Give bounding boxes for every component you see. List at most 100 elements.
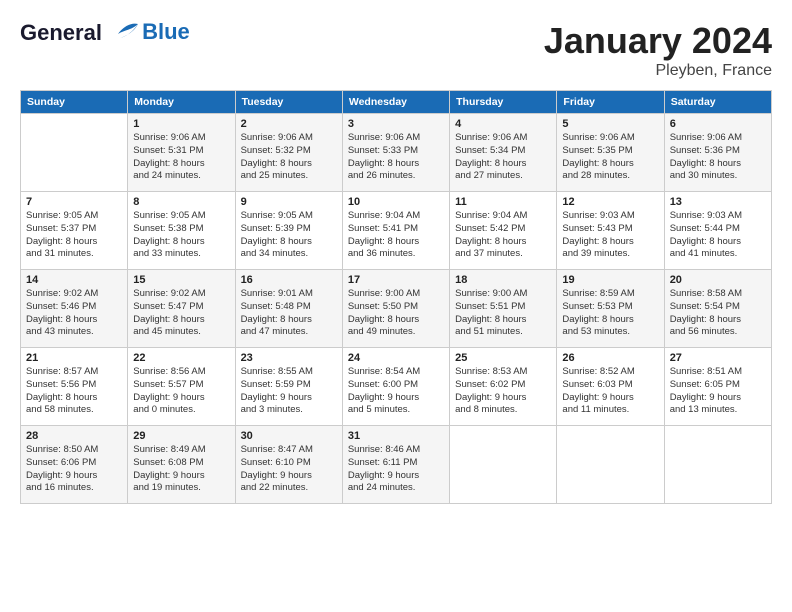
day-info: Sunrise: 8:58 AM Sunset: 5:54 PM Dayligh…	[670, 288, 766, 339]
header-wednesday: Wednesday	[342, 91, 449, 114]
header-saturday: Saturday	[664, 91, 771, 114]
day-info: Sunrise: 8:49 AM Sunset: 6:08 PM Dayligh…	[133, 444, 229, 495]
week-row-5: 28 Sunrise: 8:50 AM Sunset: 6:06 PM Dayli…	[21, 426, 772, 504]
day-number: 15	[133, 274, 229, 286]
day-number: 11	[455, 196, 551, 208]
logo-blue: Blue	[142, 20, 190, 44]
day-info: Sunrise: 9:06 AM Sunset: 5:36 PM Dayligh…	[670, 132, 766, 183]
day-info: Sunrise: 8:50 AM Sunset: 6:06 PM Dayligh…	[26, 444, 122, 495]
day-info: Sunrise: 9:06 AM Sunset: 5:32 PM Dayligh…	[241, 132, 337, 183]
day-number: 28	[26, 430, 122, 442]
title-block: January 2024 Pleyben, France	[544, 20, 772, 80]
day-number: 19	[562, 274, 658, 286]
header-sunday: Sunday	[21, 91, 128, 114]
calendar-cell-w1-d4: 4 Sunrise: 9:06 AM Sunset: 5:34 PM Daylig…	[450, 114, 557, 192]
calendar-cell-w4-d1: 22Sunrise: 8:56 AM Sunset: 5:57 PM Dayli…	[128, 348, 235, 426]
day-info: Sunrise: 8:47 AM Sunset: 6:10 PM Dayligh…	[241, 444, 337, 495]
header: General Blue January 2024 Pleyben, Franc…	[20, 20, 772, 80]
day-info: Sunrise: 9:06 AM Sunset: 5:35 PM Dayligh…	[562, 132, 658, 183]
calendar-cell-w3-d0: 14 Sunrise: 9:02 AM Sunset: 5:46 PM Dayli…	[21, 270, 128, 348]
calendar-cell-w2-d1: 8 Sunrise: 9:05 AM Sunset: 5:38 PM Daylig…	[128, 192, 235, 270]
calendar-cell-w1-d0	[21, 114, 128, 192]
calendar-cell-w5-d1: 29Sunrise: 8:49 AM Sunset: 6:08 PM Dayli…	[128, 426, 235, 504]
day-info: Sunrise: 9:00 AM Sunset: 5:51 PM Dayligh…	[455, 288, 551, 339]
day-info: Sunrise: 9:06 AM Sunset: 5:31 PM Dayligh…	[133, 132, 229, 183]
day-number: 24	[348, 352, 444, 364]
day-number: 21	[26, 352, 122, 364]
day-number: 6	[670, 118, 766, 130]
page-container: General Blue January 2024 Pleyben, Franc…	[0, 0, 792, 514]
day-number: 2	[241, 118, 337, 130]
calendar-cell-w1-d5: 5Sunrise: 9:06 AM Sunset: 5:35 PM Daylig…	[557, 114, 664, 192]
calendar-cell-w3-d3: 17Sunrise: 9:00 AM Sunset: 5:50 PM Dayli…	[342, 270, 449, 348]
calendar-body: 1 Sunrise: 9:06 AM Sunset: 5:31 PM Daylig…	[21, 114, 772, 504]
header-friday: Friday	[557, 91, 664, 114]
calendar-cell-w4-d5: 26 Sunrise: 8:52 AM Sunset: 6:03 PM Dayli…	[557, 348, 664, 426]
day-info: Sunrise: 8:54 AM Sunset: 6:00 PM Dayligh…	[348, 366, 444, 417]
day-info: Sunrise: 9:06 AM Sunset: 5:34 PM Dayligh…	[455, 132, 551, 183]
day-info: Sunrise: 9:01 AM Sunset: 5:48 PM Dayligh…	[241, 288, 337, 339]
location-subtitle: Pleyben, France	[544, 62, 772, 80]
day-number: 7	[26, 196, 122, 208]
calendar-cell-w1-d3: 3Sunrise: 9:06 AM Sunset: 5:33 PM Daylig…	[342, 114, 449, 192]
day-info: Sunrise: 9:06 AM Sunset: 5:33 PM Dayligh…	[348, 132, 444, 183]
day-number: 22	[133, 352, 229, 364]
day-number: 20	[670, 274, 766, 286]
week-row-4: 21Sunrise: 8:57 AM Sunset: 5:56 PM Dayli…	[21, 348, 772, 426]
day-info: Sunrise: 8:55 AM Sunset: 5:59 PM Dayligh…	[241, 366, 337, 417]
calendar-cell-w2-d0: 7 Sunrise: 9:05 AM Sunset: 5:37 PM Daylig…	[21, 192, 128, 270]
header-monday: Monday	[128, 91, 235, 114]
calendar-cell-w4-d0: 21Sunrise: 8:57 AM Sunset: 5:56 PM Dayli…	[21, 348, 128, 426]
day-number: 12	[562, 196, 658, 208]
day-info: Sunrise: 9:04 AM Sunset: 5:41 PM Dayligh…	[348, 210, 444, 261]
day-number: 27	[670, 352, 766, 364]
calendar-cell-w2-d5: 12 Sunrise: 9:03 AM Sunset: 5:43 PM Dayli…	[557, 192, 664, 270]
calendar-cell-w3-d5: 19 Sunrise: 8:59 AM Sunset: 5:53 PM Dayli…	[557, 270, 664, 348]
logo-bird-icon	[110, 20, 142, 48]
day-number: 8	[133, 196, 229, 208]
day-number: 13	[670, 196, 766, 208]
calendar-cell-w2-d2: 9Sunrise: 9:05 AM Sunset: 5:39 PM Daylig…	[235, 192, 342, 270]
day-info: Sunrise: 8:52 AM Sunset: 6:03 PM Dayligh…	[562, 366, 658, 417]
day-number: 16	[241, 274, 337, 286]
calendar-cell-w5-d5	[557, 426, 664, 504]
day-info: Sunrise: 9:05 AM Sunset: 5:38 PM Dayligh…	[133, 210, 229, 261]
calendar-cell-w5-d0: 28 Sunrise: 8:50 AM Sunset: 6:06 PM Dayli…	[21, 426, 128, 504]
calendar-cell-w5-d2: 30Sunrise: 8:47 AM Sunset: 6:10 PM Dayli…	[235, 426, 342, 504]
calendar-cell-w4-d6: 27 Sunrise: 8:51 AM Sunset: 6:05 PM Dayli…	[664, 348, 771, 426]
header-thursday: Thursday	[450, 91, 557, 114]
header-tuesday: Tuesday	[235, 91, 342, 114]
day-info: Sunrise: 8:53 AM Sunset: 6:02 PM Dayligh…	[455, 366, 551, 417]
logo-text: General	[20, 20, 142, 48]
day-number: 18	[455, 274, 551, 286]
week-row-2: 7 Sunrise: 9:05 AM Sunset: 5:37 PM Daylig…	[21, 192, 772, 270]
calendar-cell-w4-d3: 24 Sunrise: 8:54 AM Sunset: 6:00 PM Dayli…	[342, 348, 449, 426]
calendar-cell-w3-d2: 16 Sunrise: 9:01 AM Sunset: 5:48 PM Dayli…	[235, 270, 342, 348]
calendar-cell-w4-d2: 23Sunrise: 8:55 AM Sunset: 5:59 PM Dayli…	[235, 348, 342, 426]
day-number: 14	[26, 274, 122, 286]
calendar-cell-w1-d2: 2 Sunrise: 9:06 AM Sunset: 5:32 PM Daylig…	[235, 114, 342, 192]
calendar-cell-w2-d3: 10Sunrise: 9:04 AM Sunset: 5:41 PM Dayli…	[342, 192, 449, 270]
day-info: Sunrise: 9:05 AM Sunset: 5:37 PM Dayligh…	[26, 210, 122, 261]
week-row-3: 14 Sunrise: 9:02 AM Sunset: 5:46 PM Dayli…	[21, 270, 772, 348]
day-info: Sunrise: 9:02 AM Sunset: 5:47 PM Dayligh…	[133, 288, 229, 339]
day-info: Sunrise: 8:59 AM Sunset: 5:53 PM Dayligh…	[562, 288, 658, 339]
calendar-cell-w5-d6	[664, 426, 771, 504]
day-number: 4	[455, 118, 551, 130]
day-info: Sunrise: 8:46 AM Sunset: 6:11 PM Dayligh…	[348, 444, 444, 495]
calendar-cell-w5-d4	[450, 426, 557, 504]
calendar-cell-w4-d4: 25Sunrise: 8:53 AM Sunset: 6:02 PM Dayli…	[450, 348, 557, 426]
calendar-cell-w3-d4: 18 Sunrise: 9:00 AM Sunset: 5:51 PM Dayli…	[450, 270, 557, 348]
calendar-cell-w3-d1: 15 Sunrise: 9:02 AM Sunset: 5:47 PM Dayli…	[128, 270, 235, 348]
day-info: Sunrise: 8:51 AM Sunset: 6:05 PM Dayligh…	[670, 366, 766, 417]
day-number: 1	[133, 118, 229, 130]
day-info: Sunrise: 9:02 AM Sunset: 5:46 PM Dayligh…	[26, 288, 122, 339]
calendar-table: Sunday Monday Tuesday Wednesday Thursday…	[20, 90, 772, 504]
day-info: Sunrise: 9:03 AM Sunset: 5:43 PM Dayligh…	[562, 210, 658, 261]
day-number: 26	[562, 352, 658, 364]
calendar-cell-w1-d6: 6 Sunrise: 9:06 AM Sunset: 5:36 PM Daylig…	[664, 114, 771, 192]
calendar-cell-w2-d4: 11Sunrise: 9:04 AM Sunset: 5:42 PM Dayli…	[450, 192, 557, 270]
day-number: 9	[241, 196, 337, 208]
week-row-1: 1 Sunrise: 9:06 AM Sunset: 5:31 PM Daylig…	[21, 114, 772, 192]
logo-general: General	[20, 20, 102, 45]
